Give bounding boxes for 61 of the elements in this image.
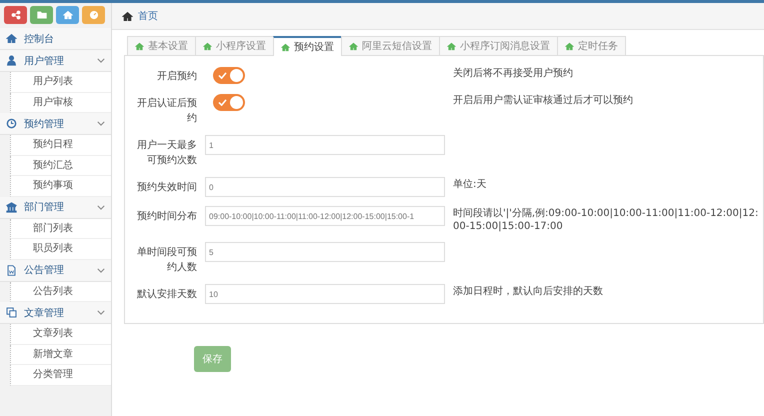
- home-icon: [135, 42, 144, 50]
- check-icon: [218, 99, 227, 106]
- sidebar-subitem[interactable]: 公告列表: [10, 282, 111, 302]
- field-label: 开启预约: [156, 70, 197, 84]
- hint-text: 开启后用户需认证审核通过后才可以预约: [453, 94, 634, 107]
- user-icon: [6, 55, 17, 66]
- check-icon: [218, 72, 227, 79]
- sidebar-item[interactable]: 文章管理: [0, 302, 111, 324]
- field-label: 预约时间分布: [136, 210, 197, 224]
- home-icon: [349, 42, 358, 50]
- input-field[interactable]: 5: [205, 242, 445, 262]
- home-icon: [565, 42, 574, 50]
- sidebar-subitem[interactable]: 文章列表: [10, 324, 111, 344]
- home-icon: [281, 42, 290, 52]
- sidebar-item[interactable]: 公告管理: [0, 260, 111, 282]
- sidebar-subitem[interactable]: 分类管理: [10, 365, 111, 386]
- share-button[interactable]: [4, 6, 27, 24]
- field-label: 开启认证后预约: [136, 96, 197, 126]
- input-field[interactable]: 1: [205, 135, 445, 155]
- home-icon: [6, 33, 17, 44]
- sidebar-item[interactable]: 控制台: [0, 28, 111, 50]
- document-icon: [6, 264, 17, 276]
- breadcrumb-link[interactable]: 首页: [138, 9, 158, 23]
- sidebar-subitem[interactable]: 预约事项: [10, 176, 111, 196]
- gauge-button[interactable]: [82, 6, 105, 24]
- sidebar-subitem[interactable]: 用户列表: [10, 72, 111, 92]
- sidebar-subitem[interactable]: 新增文章: [10, 344, 111, 365]
- sidebar-subitem[interactable]: 部门列表: [10, 218, 111, 239]
- field-label: 预约失效时间: [136, 180, 197, 195]
- toggle-switch[interactable]: [213, 67, 245, 84]
- sidebar-subitem[interactable]: 预约日程: [10, 135, 111, 156]
- input-field[interactable]: 10: [205, 284, 445, 304]
- bank-icon: [6, 202, 17, 212]
- clock-icon: [6, 118, 17, 129]
- hint-text: 单位:天: [453, 178, 488, 191]
- field-label: 单时间段可预约人数: [136, 246, 197, 275]
- sidebar-subitem[interactable]: 预约汇总: [10, 156, 111, 176]
- hint-text: 添加日程时，默认向后安排的天数: [453, 284, 604, 298]
- home-icon: [122, 10, 133, 22]
- folder-icon: [36, 10, 46, 20]
- sidebar-item[interactable]: 用户管理: [0, 50, 111, 72]
- home-icon: [203, 42, 212, 50]
- home-icon: [447, 42, 456, 50]
- sidebar-item[interactable]: 预约管理: [0, 113, 111, 135]
- sidebar-subitem[interactable]: 用户审核: [10, 92, 111, 113]
- sidebar-subitem[interactable]: 职员列表: [10, 239, 111, 260]
- share-icon: [10, 10, 20, 20]
- field-label: 默认安排天数: [136, 288, 197, 302]
- sidebar-item[interactable]: 部门管理: [0, 196, 111, 218]
- home-button[interactable]: [56, 6, 79, 24]
- input-field[interactable]: 09:00-10:00|10:00-11:00|11:00-12:00|12:00-15:00|15:00-1: [205, 206, 445, 226]
- tab[interactable]: 预约设置: [273, 36, 342, 56]
- home-icon: [62, 10, 72, 20]
- hint-text: 关闭后将不再接受用户预约: [453, 66, 574, 80]
- input-field[interactable]: 0: [205, 177, 445, 197]
- field-label: 用户一天最多可预约次数: [136, 138, 197, 168]
- copy-icon: [6, 307, 17, 318]
- folder-button[interactable]: [30, 6, 53, 24]
- gauge-icon: [88, 10, 98, 20]
- toggle-switch[interactable]: [213, 94, 245, 111]
- hint-text: 时间段请以'|'分隔,例:09:00-10:00|10:00-11:00|11:00-12:00|12:00-15:00|15:00-17:00: [453, 206, 760, 233]
